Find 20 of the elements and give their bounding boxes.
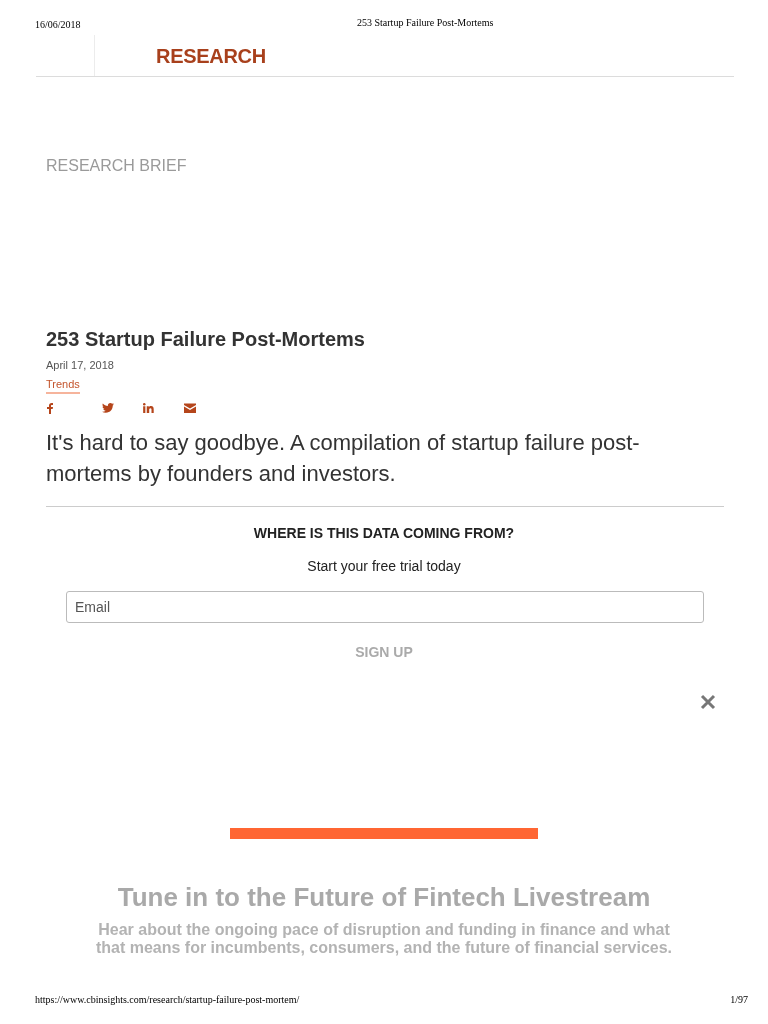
- linkedin-icon[interactable]: [143, 403, 154, 413]
- article-date: April 17, 2018: [46, 358, 114, 372]
- article-type-label: RESEARCH BRIEF: [46, 156, 187, 176]
- bird-icon[interactable]: [101, 403, 114, 413]
- facebook-icon[interactable]: [47, 402, 53, 414]
- article-title: 253 Startup Failure Post-Mortems: [46, 327, 365, 351]
- promo-title: Tune in to the Future of Fintech Livestream: [117, 881, 651, 913]
- article-summary: It's hard to say goodbye. A compilation of startup failure post-mortems by founders and investors.: [46, 429, 641, 488]
- print-url: https://www.cbinsights.com/research/startup-failure-post-mortem/: [35, 994, 300, 1006]
- section-title[interactable]: RESEARCH: [156, 43, 266, 68]
- page-number: 1/97: [730, 994, 748, 1006]
- envelope-icon[interactable]: [183, 403, 196, 413]
- print-page-title: 253 Startup Failure Post-Mortems: [357, 17, 494, 29]
- promo-text: Hear about the ongoing pace of disruption and funding in finance and what that means for incumbents, consumers, and the future of financial services.: [94, 921, 674, 957]
- print-date: 16/06/2018: [35, 19, 81, 30]
- email-field[interactable]: Email: [66, 591, 704, 623]
- tag-link[interactable]: Trends: [46, 377, 80, 394]
- close-icon[interactable]: [700, 694, 716, 710]
- signup-subheading: Start your free trial today: [307, 557, 461, 575]
- signup-heading: WHERE IS THIS DATA COMING FROM?: [253, 524, 515, 542]
